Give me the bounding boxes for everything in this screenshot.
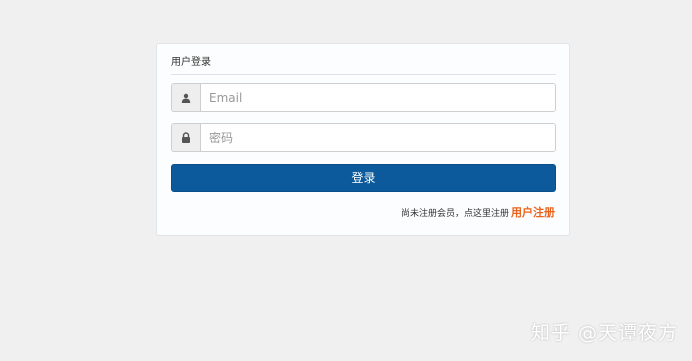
title-divider (171, 74, 556, 75)
register-hint: 尚未注册会员，点这里注册 (400, 209, 509, 219)
login-panel: 用户登录 登录 尚未注册会员，点这里注册 用户注册 (156, 43, 570, 236)
register-link[interactable]: 用户注册 (511, 204, 555, 220)
user-icon (171, 83, 200, 112)
watermark: 知乎 @天谭夜方 (530, 322, 678, 344)
password-input-group (171, 123, 556, 152)
email-input-group (171, 83, 556, 112)
email-input[interactable] (200, 83, 556, 112)
login-button[interactable]: 登录 (171, 164, 556, 192)
panel-title: 用户登录 (171, 57, 211, 68)
lock-icon (171, 123, 200, 152)
register-row: 尚未注册会员，点这里注册 用户注册 (401, 204, 555, 220)
password-input[interactable] (200, 123, 556, 152)
